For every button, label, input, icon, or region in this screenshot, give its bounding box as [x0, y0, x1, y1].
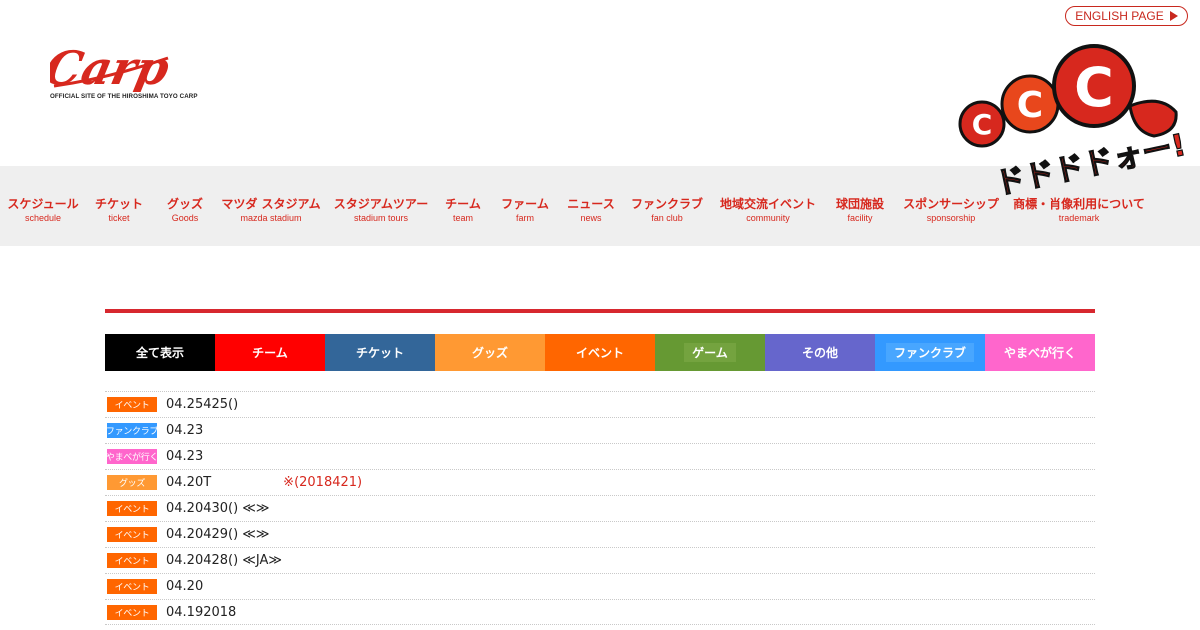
news-title: 429() ≪≫ — [203, 527, 270, 542]
nav-item-team[interactable]: チーム team — [445, 196, 481, 224]
category-badge: イベント — [107, 397, 157, 412]
tab-ticket[interactable]: チケット — [325, 334, 435, 371]
news-item[interactable]: グッズ 04.20 T ※(2018421) — [105, 469, 1095, 495]
news-item[interactable]: やまべが行く 04.23 — [105, 443, 1095, 469]
tab-team[interactable]: チーム — [215, 334, 325, 371]
english-page-button[interactable]: ENGLISH PAGE — [1065, 6, 1188, 26]
news-title: 425() — [203, 397, 239, 412]
news-item[interactable]: イベント 04.20 430() ≪≫ — [105, 495, 1095, 521]
news-item[interactable]: ファンクラブ 04.23 — [105, 417, 1095, 443]
category-badge: イベント — [107, 527, 157, 542]
carp-logo[interactable]: Carp OFFICIAL SITE OF THE HIROSHIMA TOYO… — [50, 38, 210, 104]
news-title: 2018 — [203, 604, 237, 620]
news-date: 04.20 — [166, 579, 204, 594]
mascot-graphic: C C C ドドドドォー!!! — [954, 28, 1200, 203]
news-date: 04.20 — [166, 553, 204, 568]
tab-goods[interactable]: グッズ — [435, 334, 545, 371]
play-arrow-icon — [1169, 11, 1178, 21]
nav-item-fan-club[interactable]: ファンクラブ fan club — [631, 196, 703, 224]
nav-item-mazda-stadium[interactable]: マツダ スタジアム mazda stadium — [221, 196, 320, 224]
news-title: 428() ≪JA≫ — [203, 553, 283, 568]
news-date: 04.23 — [166, 423, 204, 438]
tab-fan-club[interactable]: ファンクラブ — [875, 334, 985, 371]
tab-event[interactable]: イベント — [545, 334, 655, 371]
news-date: 04.25 — [166, 397, 204, 412]
news-item[interactable]: イベント 04.20 — [105, 573, 1095, 599]
nav-item-news[interactable]: ニュース news — [567, 196, 614, 224]
news-date: 04.19 — [166, 604, 204, 620]
tab-game[interactable]: ゲーム — [655, 334, 765, 371]
category-badge: イベント — [107, 604, 157, 620]
section-divider — [105, 309, 1095, 313]
english-page-label: ENGLISH PAGE — [1075, 9, 1164, 23]
category-badge: グッズ — [107, 475, 157, 490]
c-letter-large-icon: C — [1052, 44, 1136, 128]
mascot-text: ドドドドォー!!! — [992, 122, 1186, 196]
nav-item-trademark[interactable]: 商標・肖像利用について trademark — [1013, 196, 1145, 224]
news-title: T — [203, 475, 212, 490]
c-letter-small-icon: C — [958, 100, 1006, 148]
news-item[interactable]: イベント 04.19 2018 — [105, 599, 1095, 625]
nav-item-farm[interactable]: ファーム farm — [501, 196, 549, 224]
category-badge: イベント — [107, 553, 157, 568]
category-badge: やまべが行く — [106, 449, 158, 464]
category-badge: イベント — [107, 501, 157, 516]
news-date: 04.20 — [166, 527, 204, 542]
svg-text:C: C — [1017, 85, 1043, 126]
nav-item-community[interactable]: 地域交流イベント community — [720, 196, 816, 224]
svg-text:C: C — [972, 108, 993, 141]
news-date: 04.20 — [166, 475, 204, 490]
category-tabs: 全て表示 チーム チケット グッズ イベント ゲーム その他 ファンクラブ やま… — [105, 334, 1095, 371]
news-note: ※(2018421) — [283, 475, 363, 490]
news-title: 430() ≪≫ — [203, 501, 270, 516]
news-list: イベント 04.25 425() ファンクラブ 04.23 やまべが行く 04.… — [105, 391, 1095, 625]
news-item[interactable]: イベント 04.25 425() — [105, 391, 1095, 417]
news-item[interactable]: イベント 04.20 428() ≪JA≫ — [105, 547, 1095, 573]
svg-text:C: C — [1074, 56, 1114, 119]
nav-item-facility[interactable]: 球団施設 facility — [836, 196, 884, 224]
nav-item-goods[interactable]: グッズ Goods — [167, 196, 203, 224]
logo-subtitle: OFFICIAL SITE OF THE HIROSHIMA TOYO CARP — [50, 93, 198, 100]
news-date: 04.23 — [166, 449, 204, 464]
tab-other[interactable]: その他 — [765, 334, 875, 371]
news-item[interactable]: イベント 04.20 429() ≪≫ — [105, 521, 1095, 547]
category-badge: イベント — [107, 579, 157, 594]
nav-item-stadium-tours[interactable]: スタジアムツアー stadium tours — [334, 196, 428, 224]
nav-item-sponsorship[interactable]: スポンサーシップ sponsorship — [903, 196, 999, 224]
nav-item-ticket[interactable]: チケット ticket — [95, 196, 143, 224]
carp-logo-mark: Carp — [50, 40, 174, 92]
category-badge: ファンクラブ — [106, 423, 158, 438]
tab-yamabe[interactable]: やまべが行く — [985, 334, 1095, 371]
c-letter-medium-icon: C — [1000, 74, 1060, 134]
nav-item-schedule[interactable]: スケジュール schedule — [7, 196, 78, 224]
news-date: 04.20 — [166, 501, 204, 516]
tab-all[interactable]: 全て表示 — [105, 334, 215, 371]
